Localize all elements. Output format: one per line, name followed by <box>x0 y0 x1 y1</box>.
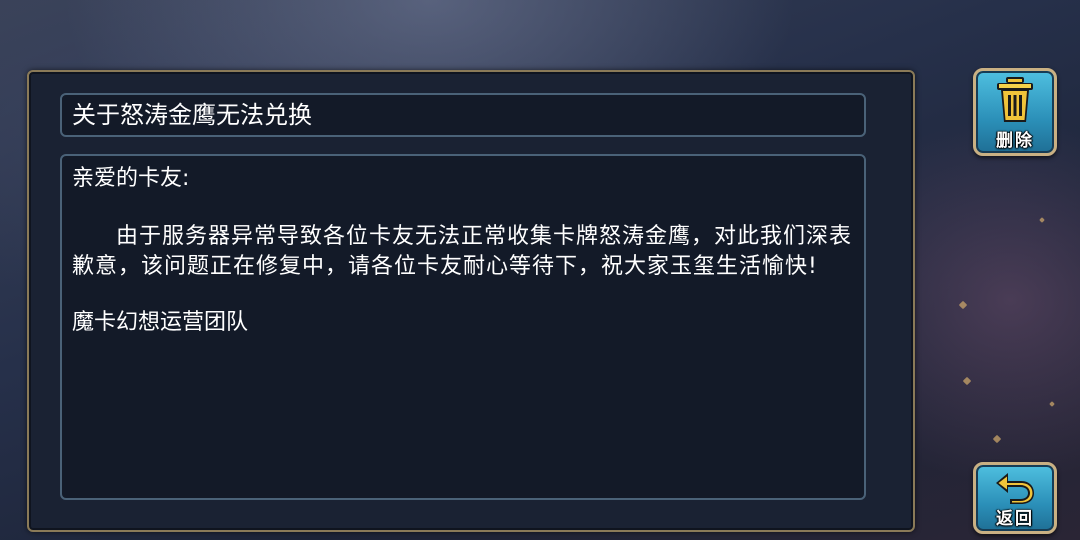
mail-content: 由于服务器异常导致各位卡友无法正常收集卡牌怒涛金鹰，对此我们深表歉意，该问题正在… <box>72 224 853 279</box>
mail-body[interactable]: 亲爱的卡友: 由于服务器异常导致各位卡友无法正常收集卡牌怒涛金鹰，对此我们深表歉… <box>60 154 866 500</box>
sparkle-decoration <box>992 434 1002 444</box>
delete-button-label: 删除 <box>996 131 1034 151</box>
sparkle-decoration <box>1049 401 1055 407</box>
back-button-label: 返回 <box>996 509 1034 529</box>
mail-greeting: 亲爱的卡友: <box>72 166 190 191</box>
mail-signature: 魔卡幻想运营团队 <box>72 310 249 335</box>
mail-subject: 关于怒涛金鹰无法兑换 <box>60 93 866 137</box>
sparkle-decoration <box>958 300 968 310</box>
sparkle-decoration <box>1039 217 1045 223</box>
delete-button[interactable]: 删除 <box>973 68 1057 156</box>
back-button[interactable]: 返回 <box>973 462 1057 534</box>
trash-icon <box>976 75 1054 129</box>
sparkle-decoration <box>962 376 972 386</box>
